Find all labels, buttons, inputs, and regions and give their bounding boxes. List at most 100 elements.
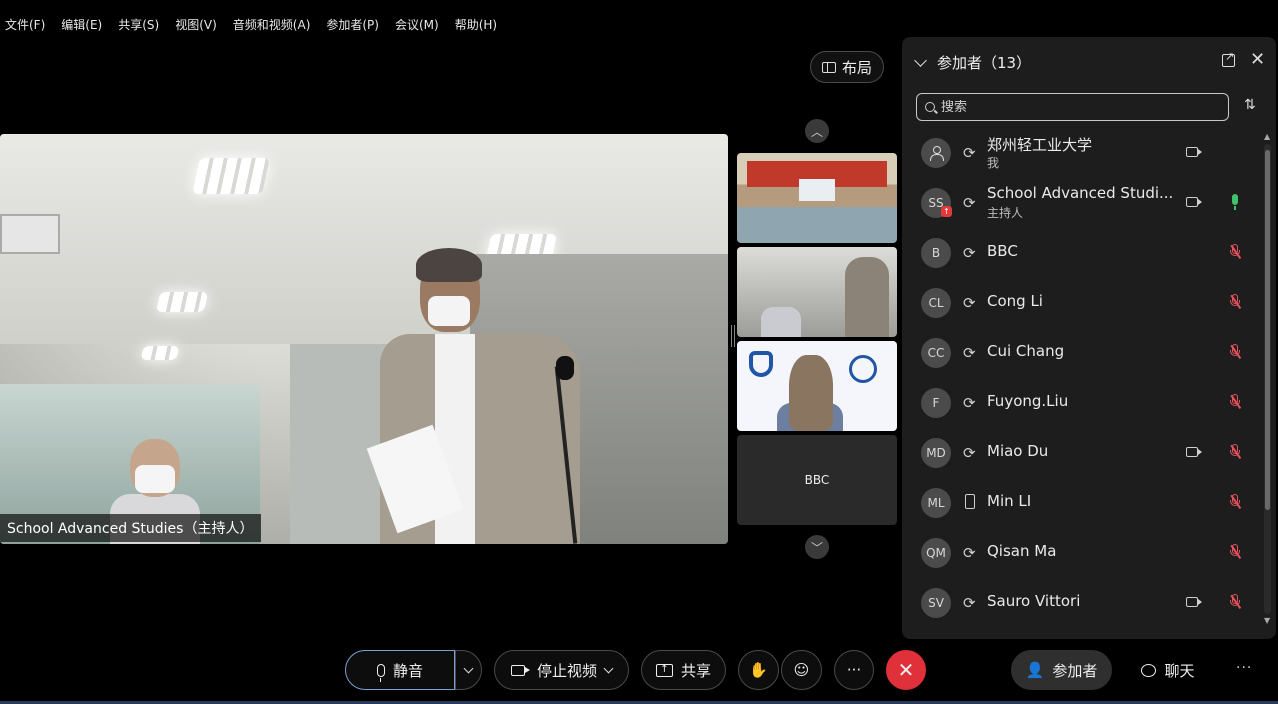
avatar-initials: F [932,396,940,410]
share-button[interactable]: ↑ 共享 [641,650,726,690]
chevron-down-icon [463,663,474,673]
microphone-muted-icon[interactable] [1229,344,1242,360]
thumbnails-scroll-up-button[interactable]: ︿ [805,119,829,143]
avatar-initials: ML [927,496,945,510]
sort-icon[interactable]: ⇅ [1244,97,1256,113]
computer-audio-icon: ⟳ [963,394,976,412]
chevron-down-icon[interactable] [603,663,614,673]
participant-row[interactable]: ⟳ 郑州轻工业大学 我 [902,128,1262,178]
participant-row[interactable]: SS ↑ ⟳ School Advanced Studi... 主持人 [902,178,1262,228]
participant-row[interactable]: CL ⟳ Cong Li [902,278,1262,328]
menu-meeting[interactable]: 会议(M) [395,14,447,36]
computer-audio-icon: ⟳ [963,194,976,212]
avatar-initials: QM [926,546,946,560]
university-logo-icon [749,351,773,377]
scroll-down-arrow-icon[interactable]: ▼ [1264,616,1270,625]
menu-share[interactable]: 共享(S) [118,14,167,36]
menu-audio-video[interactable]: 音频和视频(A) [233,14,319,36]
participant-search-input[interactable] [941,99,1211,115]
thumbnail-video-1[interactable] [737,153,897,243]
participant-name: Miao Du [987,442,1049,460]
menu-view[interactable]: 视图(V) [175,14,225,36]
menu-participants[interactable]: 参加者(P) [326,14,387,36]
scrollbar-thumb[interactable] [1265,150,1270,510]
avatar: B [921,238,951,268]
stage-splitter-handle[interactable] [731,325,735,347]
participant-row[interactable]: F ⟳ Fuyong.Liu [902,378,1262,428]
audio-options-button[interactable] [455,650,482,690]
microphone-muted-icon[interactable] [1229,444,1242,460]
stop-video-button[interactable]: 停止视频 [494,650,629,690]
reactions-button[interactable]: ☺ [781,650,822,690]
avatar: ML [921,488,951,518]
raise-hand-button[interactable]: ✋ [738,650,779,690]
participant-name: Cong Li [987,292,1043,310]
search-icon [925,102,935,112]
sharing-badge-icon: ↑ [941,206,952,217]
raise-hand-icon: ✋ [749,661,768,679]
participants-panel-header[interactable]: 参加者（13） [914,51,1032,73]
participant-row[interactable]: MD ⟳ Miao Du [902,428,1262,478]
main-video-stage[interactable]: School Advanced Studies（主持人） [0,134,728,544]
microphone-muted-icon[interactable] [1229,244,1242,260]
microphone-muted-icon[interactable] [1229,544,1242,560]
avatar-initials: CC [927,346,945,360]
microphone-muted-icon[interactable] [1229,294,1242,310]
video-camera-icon[interactable] [1186,147,1202,157]
participant-row[interactable]: SV ⟳ Sauro Vittori [902,578,1262,628]
mute-button[interactable]: 静音 [345,650,455,690]
mute-button-label: 静音 [392,661,423,680]
close-icon: ✕ [897,658,915,682]
menu-file[interactable]: 文件(F) [5,14,53,36]
popout-icon[interactable] [1222,50,1235,67]
menu-edit[interactable]: 编辑(E) [61,14,110,36]
participants-icon: 👤 [1025,661,1045,679]
microphone-muted-icon[interactable] [1229,594,1242,610]
video-ceiling-light [155,292,209,312]
university-seal-icon [849,355,877,383]
participant-search-box[interactable] [916,93,1229,121]
menu-help[interactable]: 帮助(H) [455,14,505,36]
main-video-name-label: School Advanced Studies（主持人） [0,514,262,542]
more-horizontal-icon: ··· [846,661,862,679]
participant-list-scrollbar[interactable]: ▲ ▼ [1264,132,1271,626]
participant-name: 郑州轻工业大学 [987,136,1093,154]
microphone-muted-icon[interactable] [1229,394,1242,410]
chat-button[interactable]: 聊天 [1125,650,1211,690]
chevron-down-icon[interactable] [914,53,927,67]
participants-toggle-button[interactable]: 👤 参加者 [1011,650,1112,690]
participant-row[interactable]: CC ⟳ Cui Chang [902,328,1262,378]
overflow-menu-button[interactable]: ··· [1236,660,1252,676]
computer-audio-icon: ⟳ [963,594,976,612]
participants-panel-title: 参加者（13） [937,53,1032,72]
participant-name: Min LI [987,492,1032,510]
participant-row[interactable]: ML Min LI [902,478,1262,528]
more-options-button[interactable]: ··· [834,650,874,690]
close-icon[interactable]: ✕ [1250,50,1265,70]
thumbnail-video-4[interactable]: BBC [737,435,897,525]
avatar-initials: MD [926,446,946,460]
computer-audio-icon: ⟳ [963,344,976,362]
video-camera-icon[interactable] [1186,447,1202,457]
thumbnail-video-3[interactable] [737,341,897,431]
microphone-muted-icon[interactable] [1229,494,1242,510]
computer-audio-icon: ⟳ [963,244,976,262]
avatar: QM [921,538,951,568]
participant-row[interactable]: QM ⟳ Qisan Ma [902,528,1262,578]
chevron-down-icon: ﹀ [810,540,823,555]
avatar-initials: CL [928,296,944,310]
thumbnail-video-2[interactable] [737,247,897,337]
video-ceiling-light [140,346,180,360]
scroll-up-arrow-icon[interactable]: ▲ [1264,132,1270,141]
participant-row[interactable]: B ⟳ BBC [902,228,1262,278]
video-mic-head [556,356,574,380]
layout-button[interactable]: 布局 [810,51,884,83]
avatar: F [921,388,951,418]
video-projector [0,214,60,254]
microphone-icon [376,663,385,682]
video-camera-icon[interactable] [1186,197,1202,207]
microphone-active-icon[interactable] [1232,194,1238,210]
thumbnails-scroll-down-button[interactable]: ﹀ [805,535,829,559]
video-camera-icon[interactable] [1186,597,1202,607]
end-meeting-button[interactable]: ✕ [886,650,926,690]
